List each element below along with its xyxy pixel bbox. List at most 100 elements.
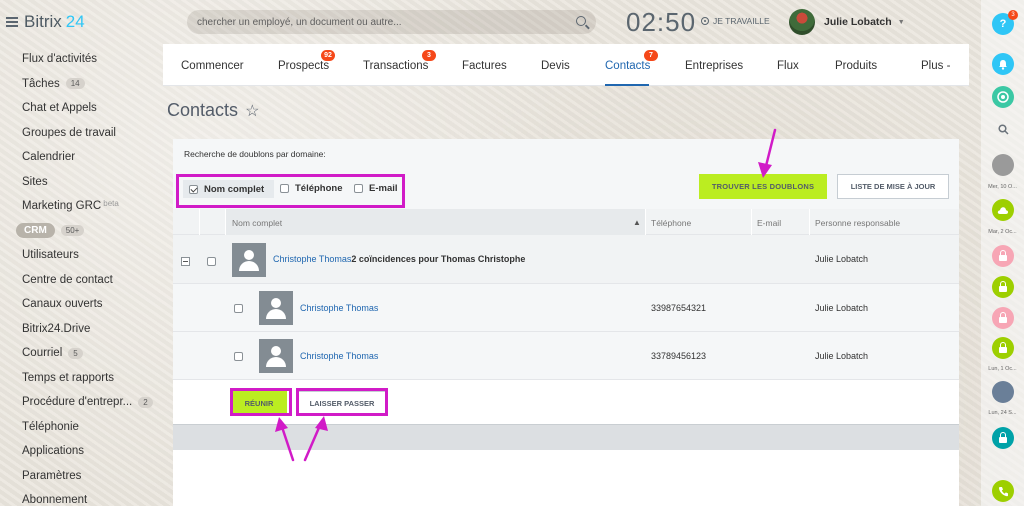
- tab-devis[interactable]: Devis: [541, 60, 570, 72]
- column-header-responsible[interactable]: Personne responsable: [815, 218, 900, 228]
- sidebar-item-temps[interactable]: Temps et rapports: [22, 366, 162, 391]
- contact-link[interactable]: Christophe Thomas: [273, 254, 351, 264]
- tab-factures[interactable]: Factures: [462, 60, 507, 72]
- tab-badge: 92: [321, 50, 335, 61]
- status-icon: [701, 17, 709, 25]
- checkbox[interactable]: [207, 257, 216, 266]
- phone-icon[interactable]: [992, 480, 1014, 502]
- contact-avatar-icon[interactable]: [992, 154, 1014, 176]
- count-badge: 5: [68, 347, 83, 359]
- clock: 02:50: [626, 7, 697, 37]
- count-badge: 2: [138, 396, 153, 408]
- sidebar-item-parametres[interactable]: Paramètres: [22, 464, 162, 489]
- checkbox[interactable]: [234, 352, 243, 361]
- grid-footer: [173, 424, 959, 450]
- menu-icon[interactable]: [6, 17, 18, 27]
- page-title: Contacts ☆: [167, 100, 260, 120]
- chat-date: Mer, 10 O...: [988, 184, 1017, 190]
- beta-tag: beta: [103, 198, 119, 208]
- table-row: Christophe Thomas 33789456123 Julie Loba…: [173, 332, 959, 380]
- tab-contacts[interactable]: Contacts: [605, 60, 650, 72]
- tab-badge: 3: [422, 50, 436, 61]
- sidebar-item-flux[interactable]: Flux d'activités: [22, 47, 162, 72]
- column-header-email[interactable]: E-mail: [757, 218, 781, 228]
- find-duplicates-button[interactable]: TROUVER LES DOUBLONS: [699, 174, 827, 199]
- global-search[interactable]: [187, 10, 596, 34]
- cloud-icon[interactable]: [992, 199, 1014, 221]
- active-tab-indicator: [605, 84, 649, 86]
- tab-plus[interactable]: Plus -: [921, 60, 950, 72]
- sidebar-item-canaux[interactable]: Canaux ouverts: [22, 292, 162, 317]
- matches-text: 2 coïncidences pour Thomas Christophe: [351, 254, 526, 264]
- contact-link[interactable]: Christophe Thomas: [300, 351, 378, 361]
- work-status[interactable]: JE TRAVAILLE: [701, 16, 770, 26]
- tab-flux[interactable]: Flux: [777, 60, 799, 72]
- column-separator: [225, 209, 226, 235]
- sidebar-item-taches[interactable]: Tâches 14: [22, 72, 162, 97]
- sidebar-item-drive[interactable]: Bitrix24.Drive: [22, 317, 162, 342]
- contact-link[interactable]: Christophe Thomas: [300, 303, 378, 313]
- logo[interactable]: Bitrix 24: [6, 11, 85, 33]
- sidebar-nav: Flux d'activités Tâches 14 Chat et Appels…: [16, 47, 162, 506]
- lock-icon[interactable]: [992, 276, 1014, 298]
- tab-produits[interactable]: Produits: [835, 60, 877, 72]
- column-header-phone[interactable]: Téléphone: [651, 218, 691, 228]
- sidebar-item-utilisateurs[interactable]: Utilisateurs: [22, 243, 162, 268]
- sidebar-item-telephonie[interactable]: Téléphonie: [22, 415, 162, 440]
- right-bar: ? 3 Mer, 10 O... Mar, 2 Oc... Lun, 1 Oc.…: [981, 0, 1024, 506]
- column-header-name[interactable]: Nom complet: [232, 218, 282, 228]
- search-icon[interactable]: [576, 16, 586, 26]
- bell-icon[interactable]: [992, 53, 1014, 75]
- tab-prospects[interactable]: Prospects: [278, 60, 329, 72]
- logo-name: Bitrix: [24, 12, 62, 31]
- avatar[interactable]: [789, 9, 815, 35]
- chevron-down-icon[interactable]: ▼: [898, 19, 905, 26]
- sidebar-item-abonnement[interactable]: Abonnement: [22, 488, 162, 506]
- responsible-cell: Julie Lobatch: [815, 303, 869, 313]
- sidebar-item-sites[interactable]: Sites: [22, 170, 162, 195]
- column-separator: [809, 209, 810, 235]
- lock-icon[interactable]: [992, 307, 1014, 329]
- sidebar-item-groupes[interactable]: Groupes de travail: [22, 121, 162, 146]
- phone-cell: 33987654321: [651, 303, 707, 313]
- column-separator: [751, 209, 752, 235]
- sidebar-item-marketing[interactable]: Marketing GRC beta: [22, 194, 162, 219]
- user-menu[interactable]: Julie Lobatch ▼: [789, 9, 905, 35]
- column-separator: [645, 209, 646, 235]
- sidebar-item-crm[interactable]: CRM 50+: [16, 219, 162, 244]
- sort-icon[interactable]: ▲: [633, 218, 641, 227]
- grid-header: Nom complet ▲ Téléphone E-mail Personne …: [173, 209, 959, 235]
- highlight-box: [296, 388, 388, 416]
- highlight-box: [230, 388, 292, 416]
- lock-icon[interactable]: [992, 337, 1014, 359]
- sidebar-item-procedure[interactable]: Procédure d'entrepr... 2: [22, 390, 162, 415]
- lock-icon[interactable]: [992, 245, 1014, 267]
- tab-entreprises[interactable]: Entreprises: [685, 60, 743, 72]
- lock-icon[interactable]: [992, 427, 1014, 449]
- sidebar-item-centre-contact[interactable]: Centre de contact: [22, 268, 162, 293]
- contact-avatar: [232, 243, 266, 277]
- group-title: Christophe Thomas2 coïncidences pour Tho…: [273, 254, 525, 264]
- tab-commencer[interactable]: Commencer: [181, 60, 244, 72]
- sidebar-item-chat[interactable]: Chat et Appels: [22, 96, 162, 121]
- sidebar-item-calendrier[interactable]: Calendrier: [22, 145, 162, 170]
- search-icon[interactable]: [992, 118, 1014, 140]
- user-name: Julie Lobatch: [824, 16, 892, 28]
- tab-transactions[interactable]: Transactions: [363, 60, 428, 72]
- collapse-icon[interactable]: [181, 257, 190, 266]
- table-row: Christophe Thomas 33987654321 Julie Loba…: [173, 284, 959, 332]
- star-icon[interactable]: ☆: [245, 103, 259, 120]
- filter-caption: Recherche de doublons par domaine:: [184, 149, 326, 159]
- sidebar-item-courriel[interactable]: Courriel 5: [22, 341, 162, 366]
- highlight-box: [176, 174, 405, 208]
- responsible-cell: Julie Lobatch: [815, 351, 869, 361]
- update-list-button[interactable]: LISTE DE MISE À JOUR: [837, 174, 949, 199]
- chat-date: Mar, 2 Oc...: [988, 229, 1017, 235]
- sidebar-item-applications[interactable]: Applications: [22, 439, 162, 464]
- logo-number: 24: [65, 12, 85, 31]
- search-input[interactable]: [197, 16, 567, 28]
- telephony-icon[interactable]: [992, 86, 1014, 108]
- column-separator: [199, 209, 200, 235]
- contact-avatar-icon[interactable]: [992, 381, 1014, 403]
- checkbox[interactable]: [234, 304, 243, 313]
